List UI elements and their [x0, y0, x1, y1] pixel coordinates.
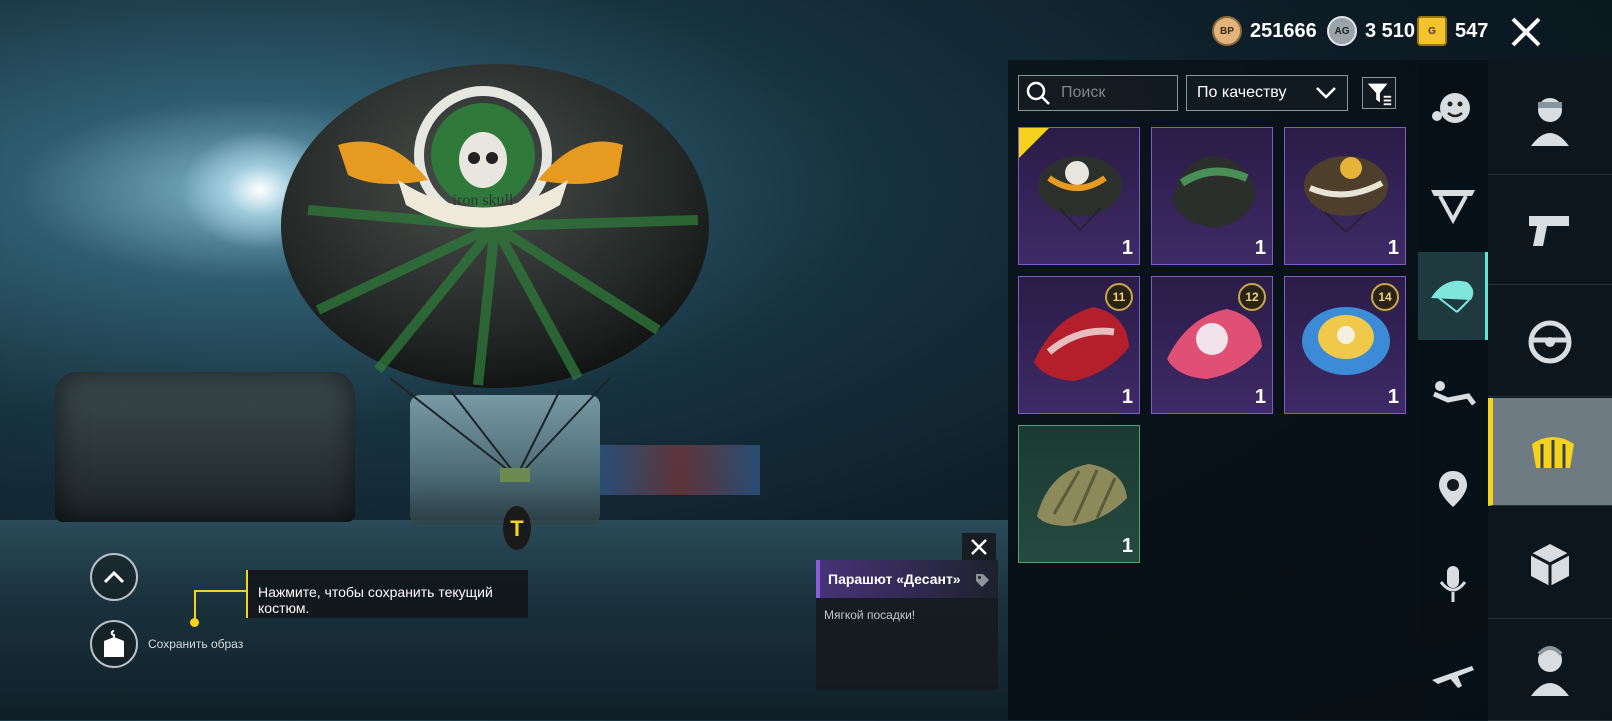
tip-text: Нажмите, чтобы сохранить текущий костюм. — [258, 584, 493, 616]
expand-button[interactable] — [90, 553, 138, 601]
parachute-icon — [1430, 280, 1473, 313]
tab-vehicle[interactable] — [1488, 288, 1612, 397]
item-info-card: Парашют «Десант» Мягкой посадки! — [816, 560, 998, 690]
parachute-canopy: iron skull — [281, 64, 709, 388]
hanger-shirt-icon — [104, 630, 124, 657]
tab-crate[interactable] — [1488, 510, 1612, 619]
level-badge: 14 — [1371, 283, 1399, 311]
level-badge: 12 — [1238, 283, 1266, 311]
item-quantity: 1 — [1121, 386, 1133, 408]
g-value: 547 — [1455, 19, 1489, 42]
equipment-icon — [1531, 436, 1574, 468]
save-outfit-label: Сохранить образ — [148, 637, 244, 651]
sort-dropdown[interactable]: По качеству — [1186, 75, 1348, 111]
save-outfit-button[interactable] — [90, 620, 138, 668]
chevron-up-icon — [103, 570, 125, 584]
ag-currency: AG 3 510 — [1327, 14, 1415, 48]
inventory-item[interactable]: 14 1 — [1284, 276, 1406, 414]
steering-wheel-icon — [1528, 320, 1572, 364]
ag-coin-icon: AG — [1327, 16, 1357, 46]
close-icon — [971, 539, 987, 555]
tab-voice[interactable] — [1418, 540, 1488, 628]
tip-connector — [194, 590, 246, 622]
inventory-item[interactable]: 11 1 — [1018, 276, 1140, 414]
sort-label: По качеству — [1197, 84, 1287, 101]
bp-value: 251666 — [1250, 19, 1317, 42]
g-coin-icon: G — [1417, 16, 1447, 46]
inventory-item[interactable]: 1 — [1018, 425, 1140, 563]
item-quantity: 1 — [1387, 386, 1399, 408]
equipped-check-icon — [1019, 128, 1049, 158]
item-quantity: 1 — [1121, 535, 1133, 557]
tab-outfit[interactable] — [1488, 66, 1612, 175]
item-quantity: 1 — [1121, 237, 1133, 259]
emote-icon — [1432, 93, 1470, 123]
close-icon[interactable] — [1508, 14, 1544, 50]
item-quantity: 1 — [1387, 237, 1399, 259]
box-icon — [1530, 544, 1570, 586]
tab-character[interactable] — [1488, 620, 1612, 721]
g-currency: G 547 — [1417, 14, 1488, 48]
ag-value: 3 510 — [1365, 19, 1416, 42]
level-badge: 11 — [1105, 283, 1133, 311]
bp-coin-icon: BP — [1212, 16, 1242, 46]
filter-icon[interactable] — [1362, 77, 1396, 109]
search-icon — [1026, 81, 1050, 105]
search-input[interactable]: Поиск — [1018, 75, 1178, 111]
item-title: Парашют «Десант» — [816, 560, 998, 598]
tag-icon[interactable] — [974, 572, 990, 588]
tip-dot — [190, 618, 199, 627]
character-outfit-icon — [1531, 98, 1569, 146]
location-pin-icon — [1439, 471, 1467, 507]
tab-plane[interactable] — [1418, 630, 1488, 718]
svg-text:T: T — [510, 516, 524, 541]
plane-icon — [1432, 666, 1474, 688]
item-quantity: 1 — [1254, 386, 1266, 408]
tab-glider[interactable] — [1418, 162, 1488, 250]
tab-emote[interactable] — [1418, 64, 1488, 152]
glider-icon — [1431, 190, 1475, 225]
inventory-item[interactable]: 12 1 — [1151, 276, 1273, 414]
inventory-item[interactable]: 1 — [1284, 127, 1406, 265]
pose-icon — [1433, 381, 1476, 406]
info-close-button[interactable] — [962, 533, 996, 561]
tab-marker[interactable] — [1418, 445, 1488, 533]
tooltip-tip: Нажмите, чтобы сохранить текущий костюм. — [246, 570, 528, 618]
tab-weapon[interactable] — [1488, 176, 1612, 285]
tab-equipment[interactable] — [1488, 398, 1612, 506]
tab-parachute[interactable] — [1418, 252, 1488, 340]
item-title-text: Парашют «Десант» — [828, 571, 961, 587]
inventory-item[interactable]: 1 — [1018, 127, 1140, 265]
search-placeholder: Поиск — [1061, 84, 1106, 101]
microphone-icon — [1439, 566, 1467, 602]
inventory-item[interactable]: 1 — [1151, 127, 1273, 265]
chevron-down-icon — [1316, 87, 1336, 99]
tab-pose[interactable] — [1418, 350, 1488, 438]
item-description: Мягкой посадки! — [824, 608, 916, 622]
bp-currency: BP 251666 — [1212, 14, 1317, 48]
item-quantity: 1 — [1254, 237, 1266, 259]
pistol-icon — [1529, 216, 1569, 246]
character-icon — [1531, 646, 1569, 696]
canopy-text: iron skull — [453, 192, 514, 209]
